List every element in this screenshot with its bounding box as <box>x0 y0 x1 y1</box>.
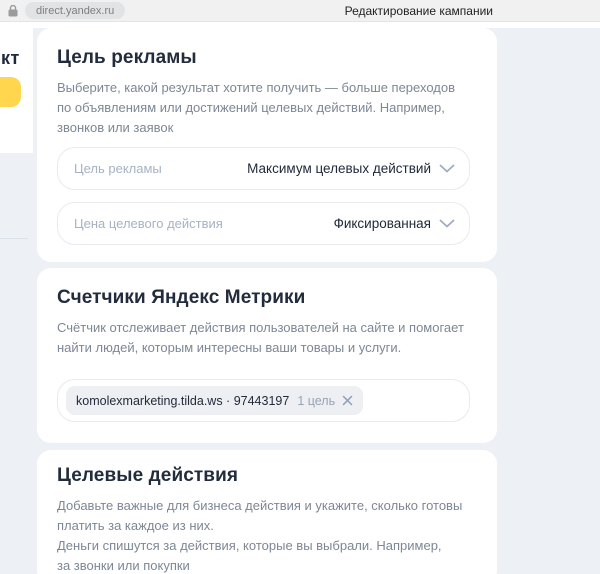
card-ad-goal: Цель рекламы Выберите, какой результат х… <box>37 28 497 262</box>
card-target-actions-description: Добавьте важные для бизнеса действия и у… <box>57 498 463 573</box>
card-metrika-title: Счетчики Яндекс Метрики <box>57 287 306 308</box>
action-price-select-value: Фиксированная <box>333 216 431 231</box>
card-ad-goal-title: Цель рекламы <box>57 47 197 68</box>
sidebar-fragment: кт <box>0 22 33 153</box>
action-price-select-label: Цена целевого действия <box>74 216 223 231</box>
counter-tag-label: komolexmarketing.tilda.ws · 97443197 <box>76 393 290 408</box>
page-title: Редактирование кампании <box>344 4 493 18</box>
action-price-select[interactable]: Цена целевого действия Фиксированная <box>57 202 470 245</box>
address-url[interactable]: direct.yandex.ru <box>25 2 126 19</box>
counter-tag-goals[interactable]: 1 цель <box>297 394 335 408</box>
goal-select-value: Максимум целевых действий <box>247 161 431 176</box>
card-target-actions-title: Целевые действия <box>57 465 239 486</box>
card-target-actions: Целевые действия Добавьте важные для биз… <box>37 450 497 574</box>
goal-select-label: Цель рекламы <box>74 161 162 176</box>
browser-bar: direct.yandex.ru Редактирование кампании <box>0 0 600 22</box>
lock-icon <box>8 4 18 17</box>
add-campaign-button-fragment[interactable] <box>0 77 21 107</box>
counter-tag: komolexmarketing.tilda.ws · 97443197 1 ц… <box>66 386 364 415</box>
card-metrika-description: Счётчик отслеживает действия пользовател… <box>57 320 464 355</box>
goal-select[interactable]: Цель рекламы Максимум целевых действий <box>57 147 470 190</box>
close-icon[interactable] <box>342 395 353 406</box>
chevron-down-icon <box>439 160 455 178</box>
counter-input[interactable]: komolexmarketing.tilda.ws · 97443197 1 ц… <box>57 379 470 422</box>
chevron-down-icon <box>439 215 455 233</box>
card-metrika-counters: Счетчики Яндекс Метрики Счётчик отслежив… <box>37 268 497 443</box>
sidebar-divider <box>0 238 28 239</box>
direct-logo-fragment: кт <box>1 48 20 68</box>
card-ad-goal-description: Выберите, какой результат хотите получит… <box>57 80 456 135</box>
